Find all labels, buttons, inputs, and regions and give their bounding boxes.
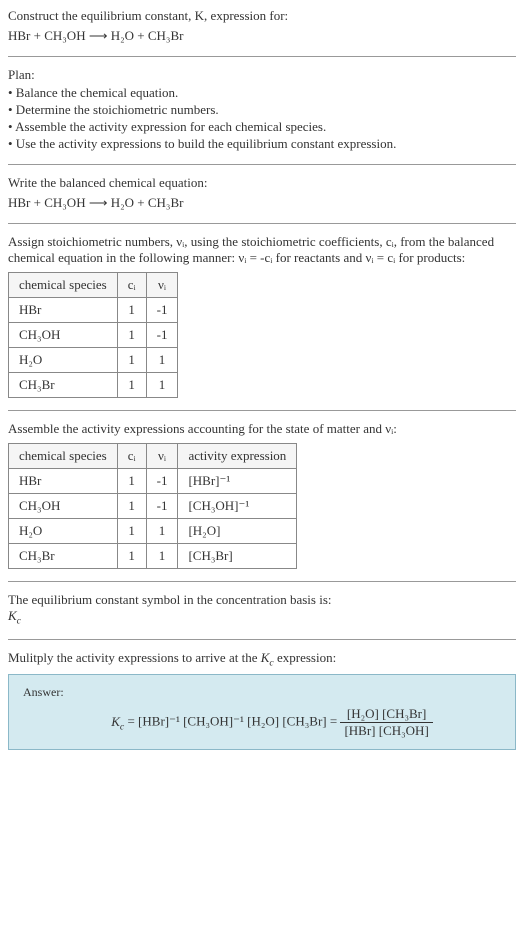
answer-box: Answer: Kc = [HBr]⁻¹ [CH₃OH]⁻¹ [H₂O] [CH… <box>8 674 516 750</box>
table-row: H₂O 1 1 <box>9 348 178 373</box>
cell-species: CH₃OH <box>9 494 118 519</box>
col-species: chemical species <box>9 273 118 298</box>
cell-species: HBr <box>9 298 118 323</box>
frac-denominator: [HBr] [CH₃OH] <box>340 723 432 739</box>
table-header-row: chemical species cᵢ νᵢ <box>9 273 178 298</box>
cell-expr: [CH₃OH]⁻¹ <box>178 494 297 519</box>
cell-v: -1 <box>146 469 178 494</box>
plan-item: • Balance the chemical equation. <box>8 85 516 101</box>
balanced-label: Write the balanced chemical equation: <box>8 175 516 191</box>
divider <box>8 223 516 224</box>
table-row: CH₃Br 1 1 [CH₃Br] <box>9 544 297 569</box>
divider <box>8 164 516 165</box>
col-species: chemical species <box>9 444 118 469</box>
divider <box>8 410 516 411</box>
cell-v: -1 <box>146 298 178 323</box>
plan-item: • Assemble the activity expression for e… <box>8 119 516 135</box>
cell-c: 1 <box>117 494 146 519</box>
col-c: cᵢ <box>117 273 146 298</box>
multiply-prefix: Mulitply the activity expressions to arr… <box>8 650 261 665</box>
kc-symbol-line2: Kc <box>8 608 516 627</box>
plan-label: Plan: <box>8 67 516 83</box>
cell-v: 1 <box>146 544 178 569</box>
table-row: CH₃Br 1 1 <box>9 373 178 398</box>
activity-table: chemical species cᵢ νᵢ activity expressi… <box>8 443 297 569</box>
answer-fraction: [H₂O] [CH₃Br] [HBr] [CH₃OH] <box>340 706 432 739</box>
col-c: cᵢ <box>117 444 146 469</box>
table-row: CH₃OH 1 -1 [CH₃OH]⁻¹ <box>9 494 297 519</box>
answer-formula: Kc = [HBr]⁻¹ [CH₃OH]⁻¹ [H₂O] [CH₃Br] = [… <box>23 706 501 739</box>
multiply-section: Mulitply the activity expressions to arr… <box>8 650 516 751</box>
cell-c: 1 <box>117 348 146 373</box>
stoich-table: chemical species cᵢ νᵢ HBr 1 -1 CH₃OH 1 … <box>8 272 178 398</box>
table-row: CH₃OH 1 -1 <box>9 323 178 348</box>
plan-item: • Determine the stoichiometric numbers. <box>8 102 516 118</box>
table-row: HBr 1 -1 <box>9 298 178 323</box>
cell-species: H₂O <box>9 519 118 544</box>
multiply-suffix: expression: <box>274 650 336 665</box>
cell-v: -1 <box>146 323 178 348</box>
cell-v: 1 <box>146 519 178 544</box>
answer-label: Answer: <box>23 685 501 700</box>
balanced-section: Write the balanced chemical equation: HB… <box>8 175 516 211</box>
answer-kc: Kc <box>111 714 124 729</box>
kc-symbol-section: The equilibrium constant symbol in the c… <box>8 592 516 627</box>
cell-species: CH₃Br <box>9 373 118 398</box>
table-header-row: chemical species cᵢ νᵢ activity expressi… <box>9 444 297 469</box>
stoich-intro: Assign stoichiometric numbers, νᵢ, using… <box>8 234 516 266</box>
cell-v: 1 <box>146 348 178 373</box>
header-section: Construct the equilibrium constant, K, e… <box>8 8 516 44</box>
cell-species: CH₃OH <box>9 323 118 348</box>
header-equation: HBr + CH₃OH ⟶ H₂O + CH₃Br <box>8 28 516 44</box>
col-v: νᵢ <box>146 273 178 298</box>
plan-list: • Balance the chemical equation. • Deter… <box>8 85 516 152</box>
cell-c: 1 <box>117 323 146 348</box>
title-line: Construct the equilibrium constant, K, e… <box>8 8 516 24</box>
cell-expr: [H₂O] <box>178 519 297 544</box>
cell-species: CH₃Br <box>9 544 118 569</box>
cell-c: 1 <box>117 373 146 398</box>
answer-equals1: = [HBr]⁻¹ [CH₃OH]⁻¹ [H₂O] [CH₃Br] = <box>127 714 340 729</box>
cell-species: HBr <box>9 469 118 494</box>
activity-section: Assemble the activity expressions accoun… <box>8 421 516 569</box>
plan-section: Plan: • Balance the chemical equation. •… <box>8 67 516 152</box>
col-expr: activity expression <box>178 444 297 469</box>
divider <box>8 56 516 57</box>
cell-c: 1 <box>117 469 146 494</box>
table-row: H₂O 1 1 [H₂O] <box>9 519 297 544</box>
kc-symbol-line1: The equilibrium constant symbol in the c… <box>8 592 516 608</box>
stoich-section: Assign stoichiometric numbers, νᵢ, using… <box>8 234 516 398</box>
balanced-equation: HBr + CH₃OH ⟶ H₂O + CH₃Br <box>8 195 516 211</box>
divider <box>8 639 516 640</box>
cell-c: 1 <box>117 544 146 569</box>
plan-item: • Use the activity expressions to build … <box>8 136 516 152</box>
cell-expr: [CH₃Br] <box>178 544 297 569</box>
kc-inline: Kc <box>261 650 274 665</box>
cell-c: 1 <box>117 519 146 544</box>
cell-v: -1 <box>146 494 178 519</box>
cell-c: 1 <box>117 298 146 323</box>
title-text: Construct the equilibrium constant, K, e… <box>8 8 288 23</box>
col-v: νᵢ <box>146 444 178 469</box>
cell-species: H₂O <box>9 348 118 373</box>
table-row: HBr 1 -1 [HBr]⁻¹ <box>9 469 297 494</box>
cell-v: 1 <box>146 373 178 398</box>
divider <box>8 581 516 582</box>
frac-numerator: [H₂O] [CH₃Br] <box>340 706 432 723</box>
multiply-text: Mulitply the activity expressions to arr… <box>8 650 516 669</box>
cell-expr: [HBr]⁻¹ <box>178 469 297 494</box>
activity-intro: Assemble the activity expressions accoun… <box>8 421 516 437</box>
